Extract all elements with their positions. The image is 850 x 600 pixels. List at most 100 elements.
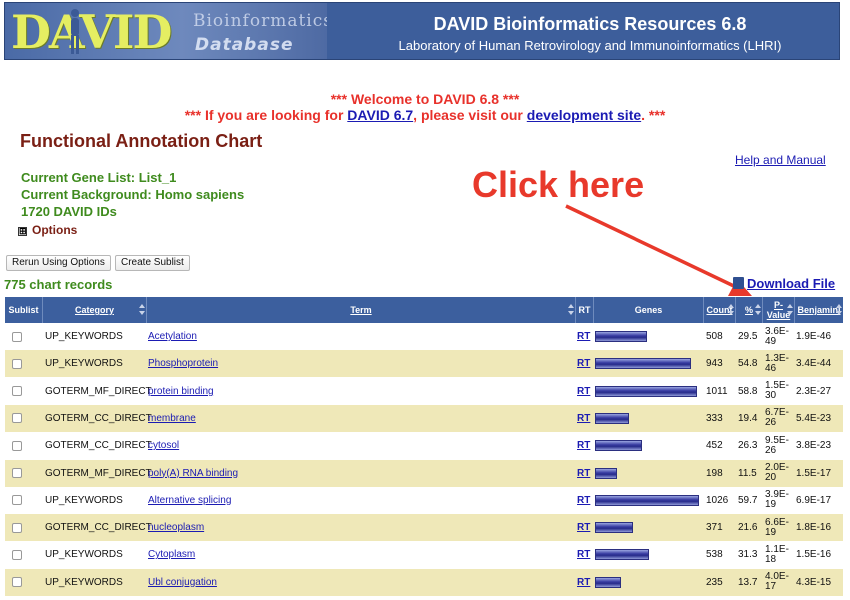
term-link[interactable]: protein binding	[148, 386, 214, 397]
row-checkbox[interactable]	[12, 358, 22, 369]
gene-bar[interactable]	[595, 440, 642, 452]
row-select-cell	[5, 514, 43, 541]
rt-link[interactable]: RT	[577, 549, 590, 560]
gene-bar[interactable]	[595, 576, 621, 588]
gene-bar[interactable]	[595, 522, 633, 534]
download-icon	[733, 277, 744, 289]
term-link[interactable]: Phosphoprotein	[148, 358, 218, 369]
header-pvalue-label-1: P-	[774, 300, 783, 310]
row-select-cell	[5, 432, 43, 459]
help-manual-link[interactable]: Help and Manual	[735, 153, 826, 167]
rt-link[interactable]: RT	[577, 358, 590, 369]
header-rt: RT	[576, 297, 594, 323]
version-notice-middle: , please visit our	[413, 107, 527, 123]
term-cell: membrane	[148, 405, 576, 432]
gene-bar[interactable]	[595, 385, 697, 397]
benjamini-cell: 1.5E-17	[796, 467, 832, 479]
david-67-link[interactable]: DAVID 6.7	[347, 107, 413, 123]
rerun-options-button[interactable]: Rerun Using Options	[6, 255, 111, 271]
rt-cell: RT	[577, 405, 595, 432]
term-link[interactable]: poly(A) RNA binding	[148, 468, 238, 479]
sort-arrows-icon[interactable]	[728, 304, 734, 316]
term-link[interactable]: Alternative splicing	[148, 495, 231, 506]
row-checkbox[interactable]	[12, 549, 22, 560]
header-percent[interactable]: %	[736, 297, 763, 323]
sort-arrows-icon[interactable]	[139, 304, 145, 316]
gene-bar[interactable]	[595, 549, 649, 561]
pvalue-cell: 1.5E- 30	[765, 378, 795, 405]
header-pvalue[interactable]: P- Value	[763, 297, 795, 323]
pvalue-exponent: 19	[765, 526, 777, 538]
download-file-label: Download File	[747, 276, 836, 291]
percent-cell: 11.5	[738, 467, 757, 479]
term-link[interactable]: nucleoplasm	[148, 522, 204, 533]
term-cell: cytosol	[148, 432, 576, 459]
gene-bar[interactable]	[595, 467, 617, 479]
sort-arrows-icon[interactable]	[755, 304, 761, 316]
term-link[interactable]: Cytoplasm	[148, 549, 195, 560]
options-toggle[interactable]: ⊞ Options	[18, 223, 77, 237]
header-count[interactable]: Count	[704, 297, 736, 323]
percent-cell: 13.7	[738, 576, 758, 588]
banner-title: DAVID Bioinformatics Resources 6.8	[433, 14, 747, 34]
category-cell: UP_KEYWORDS	[45, 576, 123, 588]
benjamini-cell: 5.4E-23	[796, 412, 832, 424]
row-checkbox[interactable]	[12, 495, 22, 506]
version-notice-suffix: . ***	[641, 107, 666, 123]
row-checkbox[interactable]	[12, 577, 22, 588]
sort-arrows-icon[interactable]	[787, 304, 793, 316]
current-gene-list: Current Gene List: List_1	[21, 170, 177, 185]
benjamini-cell: 1.9E-46	[796, 331, 832, 342]
benjamini-cell: 3.8E-23	[796, 440, 832, 452]
row-checkbox[interactable]	[12, 522, 22, 533]
rt-link[interactable]: RT	[577, 413, 590, 424]
rt-link[interactable]: RT	[577, 495, 590, 506]
header-genes: Genes	[594, 297, 704, 323]
term-link[interactable]: membrane	[148, 413, 196, 424]
rt-cell: RT	[577, 323, 595, 350]
human-figure-icon	[71, 9, 79, 54]
rt-link[interactable]: RT	[577, 386, 590, 397]
rt-link[interactable]: RT	[577, 522, 590, 533]
download-file-link[interactable]: Download File	[733, 276, 835, 291]
david-logo[interactable]: DAVID Bioinformatics Database	[5, 3, 327, 59]
rt-cell: RT	[577, 514, 595, 541]
row-checkbox[interactable]	[12, 331, 22, 342]
expand-plus-icon[interactable]: ⊞	[18, 227, 27, 236]
header-category[interactable]: Category	[43, 297, 147, 323]
pvalue-cell: 1.1E- 18	[765, 541, 795, 568]
development-site-link[interactable]: development site	[527, 107, 641, 123]
row-checkbox[interactable]	[12, 386, 22, 397]
percent-cell: 31.3	[738, 549, 758, 561]
row-checkbox[interactable]	[12, 468, 22, 478]
current-background: Current Background: Homo sapiens	[21, 187, 245, 202]
header-benjamini-label: Benjamini	[797, 305, 841, 315]
gene-bar[interactable]	[595, 494, 699, 506]
term-link[interactable]: Ubl conjugation	[148, 577, 217, 588]
create-sublist-button[interactable]: Create Sublist	[115, 255, 190, 271]
header-benjamini[interactable]: Benjamini	[795, 297, 843, 323]
logo-subtitle-database: Database	[195, 35, 294, 55]
gene-bar[interactable]	[595, 331, 647, 342]
gene-bar[interactable]	[595, 412, 629, 424]
table-row: UP_KEYWORDS Acetylation RT 508 29.5 3.6E- 49 1.…	[5, 323, 843, 350]
benjamini-cell: 4.3E-15	[796, 576, 832, 588]
rt-link[interactable]: RT	[577, 331, 590, 342]
table-row: UP_KEYWORDS Phosphoprotein RT 943 54.8 1.3E- 4…	[5, 350, 843, 378]
row-checkbox[interactable]	[12, 413, 22, 424]
header-banner: DAVID Bioinformatics Database DAVID Bioi…	[4, 2, 840, 60]
sort-arrows-icon[interactable]	[836, 304, 842, 316]
sort-arrows-icon[interactable]	[568, 304, 574, 316]
rt-cell: RT	[577, 378, 595, 405]
rt-link[interactable]: RT	[577, 468, 590, 479]
rt-link[interactable]: RT	[577, 577, 590, 588]
pvalue-cell: 9.5E- 26	[765, 432, 795, 459]
rt-link[interactable]: RT	[577, 440, 590, 451]
click-here-annotation: Click here	[472, 164, 645, 205]
gene-bar[interactable]	[595, 358, 691, 370]
term-link[interactable]: cytosol	[148, 440, 179, 451]
row-checkbox[interactable]	[12, 440, 22, 451]
header-term[interactable]: Term	[147, 297, 576, 323]
rt-cell: RT	[577, 569, 595, 596]
term-link[interactable]: Acetylation	[148, 331, 197, 342]
